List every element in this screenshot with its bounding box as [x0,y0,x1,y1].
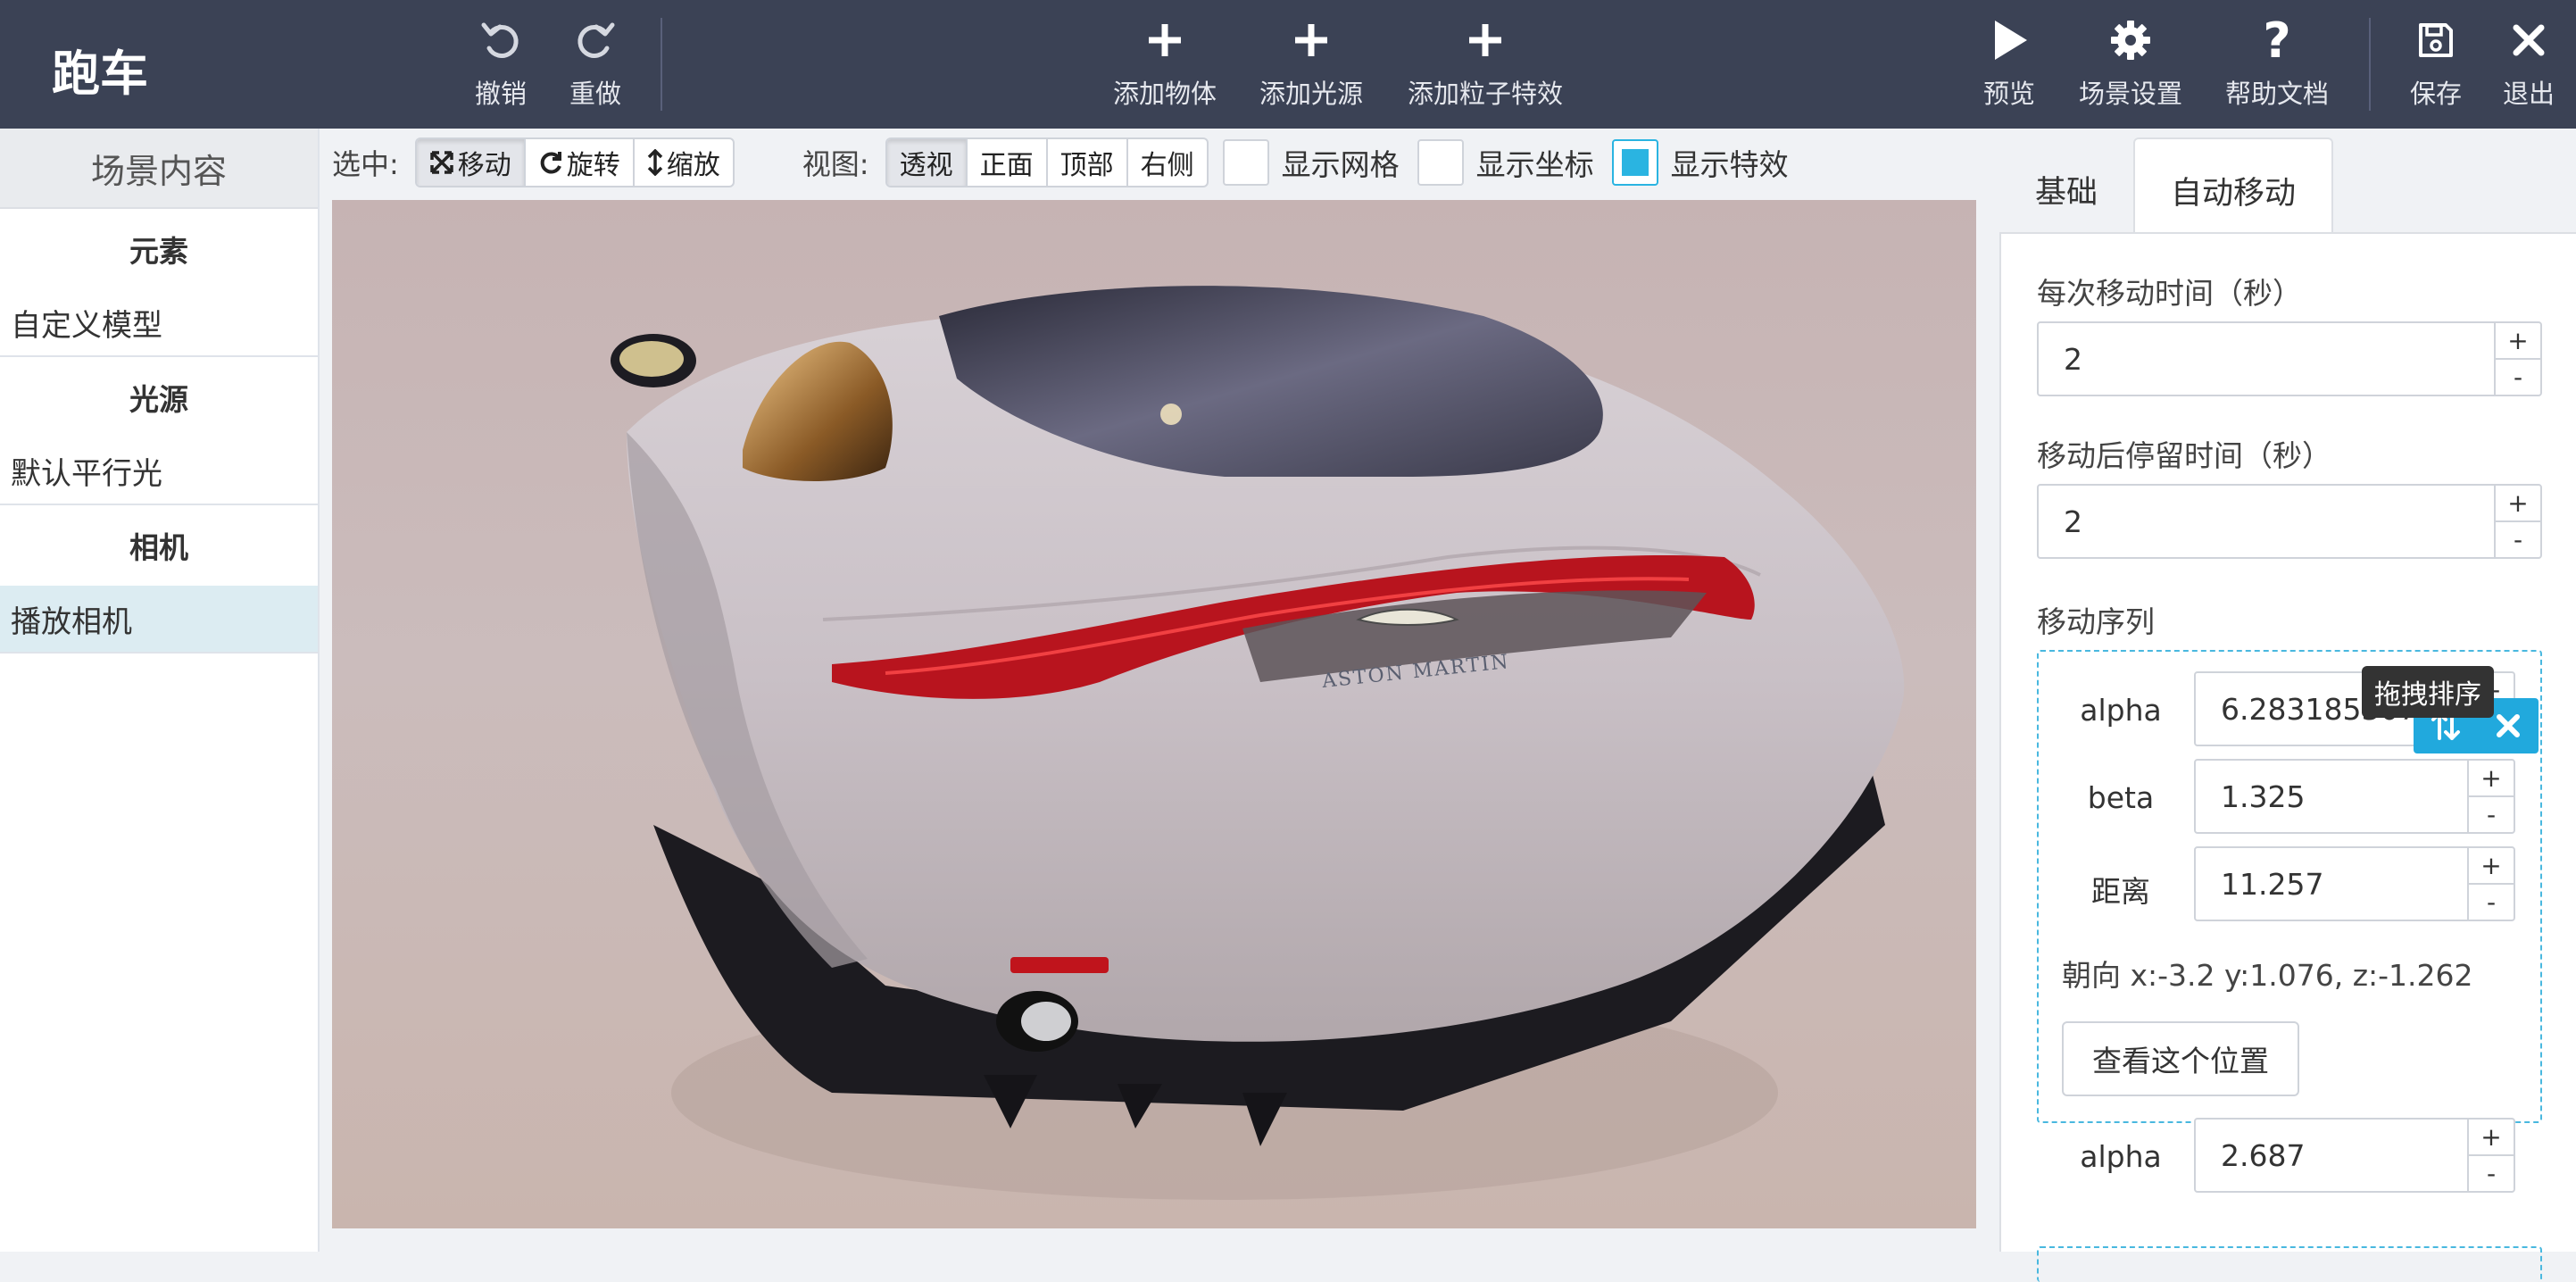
rotate-mode-button[interactable]: 旋转 [526,139,635,186]
gear-icon [2109,12,2152,68]
stay-time-label: 移动后停留时间（秒） [2037,438,2331,473]
show-axes-checkbox[interactable] [1417,139,1464,186]
decrement-button[interactable]: - [2496,522,2540,557]
view-top-button[interactable]: 顶部 [1048,139,1128,186]
app-title: 跑车 [52,46,148,102]
view-this-position-button[interactable]: 查看这个位置 [2062,1021,2299,1096]
increment-button[interactable]: + [2469,761,2514,797]
alpha-label: alpha [2080,693,2162,728]
car-model-render: ASTON MARTIN [611,286,1905,1200]
decrement-button[interactable]: - [2496,360,2540,395]
distance-label: 距离 [2091,874,2150,909]
move-time-input[interactable]: 2 + - [2037,321,2542,396]
3d-viewport[interactable]: ASTON MARTIN [332,200,1976,1228]
alpha-label: alpha [2080,1139,2162,1174]
sidebar-group-elements: 元素 [129,234,188,269]
undo-icon [478,12,523,68]
beta-label: beta [2087,780,2155,815]
view-mode-group: 透视 正面 顶部 右侧 [885,137,1209,187]
view-perspective-button[interactable]: 透视 [886,139,968,186]
plus-icon [1466,12,1505,68]
move-sequence-label: 移动序列 [2037,604,2155,639]
decrement-button[interactable]: - [2469,797,2514,832]
plus-icon [1292,12,1331,68]
show-effects-checkbox[interactable] [1611,139,1658,186]
sidebar-group-lights: 光源 [129,382,188,417]
refresh-icon [540,152,561,174]
increment-button[interactable]: + [2469,1120,2514,1156]
toolbar-divider [2369,18,2371,111]
panel-tabs: 基础 自动移动 [1999,137,2334,241]
show-effects-toggle[interactable]: 显示特效 [1611,139,1789,186]
move-icon [430,151,453,174]
select-mode-label: 选中: [332,147,399,181]
sequence-item[interactable] [2037,1246,2542,1282]
add-light-button[interactable]: 添加光源 [1257,12,1366,116]
move-mode-button[interactable]: 移动 [416,139,526,186]
resize-vertical-icon [647,149,663,176]
plus-icon [1145,12,1184,68]
sidebar-item-custom-model[interactable]: 自定义模型 [0,289,318,357]
view-label: 视图: [802,147,869,181]
sidebar-item-playback-camera[interactable]: 播放相机 [0,586,318,653]
add-object-button[interactable]: 添加物体 [1110,12,1219,116]
show-axes-toggle[interactable]: 显示坐标 [1417,139,1594,186]
scale-mode-button[interactable]: 缩放 [635,139,733,186]
close-icon [2511,12,2547,68]
decrement-button[interactable]: - [2469,885,2514,920]
scene-settings-button[interactable]: 场景设置 [2076,12,2185,116]
decrement-button[interactable]: - [2469,1156,2514,1191]
question-icon: ? [2263,12,2291,69]
move-time-label: 每次移动时间（秒） [2037,276,2302,311]
preview-button[interactable]: 预览 [1982,12,2037,116]
alpha-input[interactable]: 2.687 + - [2194,1118,2515,1193]
select-mode-group: 移动 旋转 缩放 [414,137,735,187]
floppy-disk-icon [2416,12,2456,68]
sidebar-group-cameras: 相机 [129,530,188,565]
redo-icon [573,12,618,68]
orientation-text: 朝向 x:-3.2 y:1.076, z:-1.262 [2062,958,2473,993]
increment-button[interactable]: + [2496,323,2540,360]
tab-basic[interactable]: 基础 [1999,137,2133,241]
viewport-toolbar: 选中: 移动 旋转 缩放 视图: 透视 正面 顶部 右侧 显示网格 显示坐标 显… [332,136,1789,189]
redo-button[interactable]: 重做 [566,12,625,116]
stay-time-input[interactable]: 2 + - [2037,484,2542,559]
toolbar-divider [661,18,662,111]
play-icon [1990,12,2029,68]
scene-content-sidebar: 场景内容 元素 自定义模型 光源 默认平行光 相机 播放相机 [0,129,320,1252]
show-grid-toggle[interactable]: 显示网格 [1222,139,1400,186]
increment-button[interactable]: + [2469,848,2514,885]
add-particle-effect-button[interactable]: 添加粒子特效 [1403,12,1567,116]
sidebar-title: 场景内容 [0,129,318,209]
tab-auto-move[interactable]: 自动移动 [2133,137,2334,241]
help-docs-button[interactable]: ? 帮助文档 [2223,12,2331,116]
distance-input[interactable]: 11.257 + - [2194,846,2515,921]
auto-move-panel: 每次移动时间（秒） 2 + - 移动后停留时间（秒） 2 + - 移动序列 al… [1999,232,2576,1282]
drag-sort-tooltip: 拖拽排序 [2362,666,2494,718]
top-toolbar: 跑车 撤销 重做 添加物体 添加光源 添加粒子特效 预览 场景设置 ? 帮助文档… [0,0,2576,129]
show-grid-checkbox[interactable] [1222,139,1269,186]
view-right-button[interactable]: 右侧 [1128,139,1207,186]
save-button[interactable]: 保存 [2406,12,2465,116]
increment-button[interactable]: + [2496,486,2540,522]
undo-button[interactable]: 撤销 [471,12,530,116]
remove-icon[interactable] [2494,712,2522,740]
sidebar-item-default-directional-light[interactable]: 默认平行光 [0,437,318,505]
view-front-button[interactable]: 正面 [968,139,1048,186]
exit-button[interactable]: 退出 [2499,12,2558,116]
beta-input[interactable]: 1.325 + - [2194,759,2515,834]
